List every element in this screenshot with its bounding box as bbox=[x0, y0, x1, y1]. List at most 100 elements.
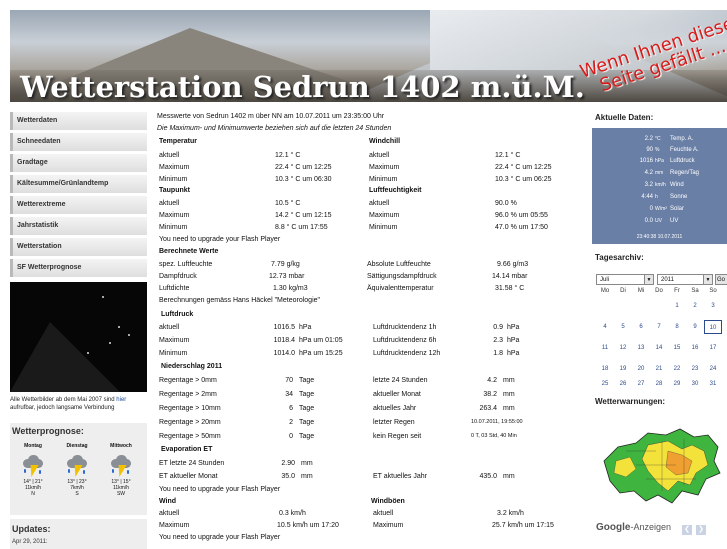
nav-item-jahrstatistik[interactable]: Jahrstatistik bbox=[10, 217, 147, 235]
chevron-left-icon[interactable]: ❮ bbox=[682, 525, 692, 535]
calendar-day[interactable]: 22 bbox=[668, 362, 686, 376]
calendar-day[interactable]: 29 bbox=[668, 377, 686, 391]
calendar-day[interactable]: 4 bbox=[596, 320, 614, 334]
month-select[interactable]: Juli bbox=[596, 274, 646, 285]
chevron-right-icon[interactable]: ❯ bbox=[696, 525, 706, 535]
google-ads-label[interactable]: Google-Anzeigen bbox=[596, 522, 671, 533]
calendar-day[interactable]: 31 bbox=[704, 377, 722, 391]
row-value: 35.0 bbox=[281, 473, 295, 480]
calendar-day[interactable]: 20 bbox=[632, 362, 650, 376]
data-row: spez. Luftfeuchte 7.79 g/kg Absolute Luf… bbox=[159, 259, 579, 270]
chevron-down-icon[interactable]: ▼ bbox=[703, 274, 713, 285]
current-value: 4:44 bbox=[641, 194, 653, 200]
calendar-day[interactable]: 21 bbox=[650, 362, 668, 376]
thunderstorm-icon bbox=[20, 451, 46, 479]
nav-item-sf-wetterprognose[interactable]: SF Wetterprognose bbox=[10, 259, 147, 277]
row-label: Maximum bbox=[373, 522, 404, 529]
calendar-day[interactable]: 23 bbox=[686, 362, 704, 376]
calendar-day[interactable]: 17 bbox=[704, 341, 722, 355]
archive-title: Tagesarchiv: bbox=[595, 253, 644, 262]
thunderstorm-icon bbox=[64, 451, 90, 479]
data-row: Maximum 10.5 km/h um 17:20 Maximum 25.7 … bbox=[159, 520, 579, 531]
calendar-day[interactable]: 8 bbox=[668, 320, 686, 334]
row-label: Dampfdruck bbox=[159, 273, 197, 280]
nav-item-wetterextreme[interactable]: Wetterextreme bbox=[10, 196, 147, 214]
forecast-panel: Wetterprognose: Montag 14° | 21° 11km/h … bbox=[10, 423, 147, 515]
row-label: Regentage > 2mm bbox=[159, 391, 217, 398]
nav-item-wetterstation[interactable]: Wetterstation bbox=[10, 238, 147, 256]
calendar-day[interactable]: 5 bbox=[614, 320, 632, 334]
row-label: Minimum bbox=[159, 176, 188, 183]
calendar-day[interactable]: 25 bbox=[596, 377, 614, 391]
row-value: 12.1 ° C bbox=[495, 152, 521, 159]
intro-note: Die Maximum- und Minimumwerte beziehen s… bbox=[157, 125, 392, 132]
calendar-day[interactable]: 24 bbox=[704, 362, 722, 376]
webcam-image[interactable] bbox=[10, 282, 147, 392]
row-label: ET aktueller Monat bbox=[159, 473, 218, 480]
calendar-day[interactable]: 7 bbox=[650, 320, 668, 334]
calendar-day[interactable]: 15 bbox=[668, 341, 686, 355]
current-unit: °C bbox=[655, 136, 661, 142]
chevron-down-icon[interactable]: ▼ bbox=[644, 274, 654, 285]
calendar-day[interactable]: 26 bbox=[614, 377, 632, 391]
calendar-weekday: Sa bbox=[691, 288, 699, 294]
calendar-day[interactable]: 18 bbox=[596, 362, 614, 376]
go-button[interactable]: Go bbox=[715, 274, 727, 285]
row-value: 435.0 bbox=[479, 473, 497, 480]
flash-upgrade-notice[interactable]: You need to upgrade your Flash Player bbox=[159, 532, 280, 543]
flash-upgrade-notice[interactable]: You need to upgrade your Flash Player bbox=[159, 484, 280, 495]
row-unit: Tage bbox=[299, 405, 315, 412]
current-unit: % bbox=[655, 147, 660, 153]
row-label: Sättigungsdampfdruck bbox=[367, 273, 437, 280]
calendar-day[interactable]: 11 bbox=[596, 341, 614, 355]
row-unit: mm bbox=[503, 473, 515, 480]
calendar-day[interactable]: 30 bbox=[686, 377, 704, 391]
calendar-day[interactable]: 27 bbox=[632, 377, 650, 391]
data-row: Regentage > 2mm 34 Tage aktueller Monat … bbox=[159, 389, 579, 400]
calc-note: Berechnungen gemäss Hans Häckel "Meteoro… bbox=[159, 297, 321, 304]
row-value: 12.73 mbar bbox=[269, 273, 305, 280]
nav-item-schneedaten[interactable]: Schneedaten bbox=[10, 133, 147, 151]
data-row: aktuell 12.1 ° C aktuell 12.1 ° C bbox=[159, 150, 579, 161]
calendar-day[interactable]: 19 bbox=[614, 362, 632, 376]
calendar-weekday: Mo bbox=[600, 288, 610, 294]
calendar-day[interactable]: 28 bbox=[650, 377, 668, 391]
flash-upgrade-notice[interactable]: You need to upgrade your Flash Player bbox=[159, 234, 280, 245]
intro-line: Messwerte von Sedrun 1402 m über NN am 1… bbox=[157, 113, 385, 120]
year-select[interactable]: 2011 bbox=[657, 274, 705, 285]
calendar-day[interactable]: 12 bbox=[614, 341, 632, 355]
calendar-day[interactable]: 16 bbox=[686, 341, 704, 355]
calendar-day[interactable]: 3 bbox=[704, 299, 722, 313]
row-label: Regentage > 10mm bbox=[159, 405, 221, 412]
nav-item-kaeltesumme[interactable]: Kältesumme/Grünlandtemp bbox=[10, 175, 147, 193]
row-value: 10.07.2011, 19:55:00 bbox=[471, 419, 523, 425]
row-label: aktuell bbox=[159, 200, 180, 207]
calendar-day[interactable]: 10 bbox=[704, 320, 722, 334]
calendar-day[interactable]: 14 bbox=[650, 341, 668, 355]
data-row: aktuell 1016.5 hPa Luftdrucktendenz 1h 0… bbox=[159, 322, 579, 333]
calendar-day[interactable]: 2 bbox=[686, 299, 704, 313]
row-value: 1014.0 bbox=[273, 350, 295, 357]
row-label: Maximum bbox=[369, 164, 400, 171]
calendar-day[interactable]: 1 bbox=[668, 299, 686, 313]
calendar-day[interactable]: 13 bbox=[632, 341, 650, 355]
row-value: 10.3 ° C um 06:25 bbox=[495, 176, 552, 183]
row-value: 22.4 ° C um 12:25 bbox=[275, 164, 332, 171]
nav-item-wetterdaten[interactable]: Wetterdaten bbox=[10, 112, 147, 130]
section-title: Evaporation ET bbox=[161, 446, 213, 453]
row-unit: Tage bbox=[299, 419, 315, 426]
forecast-dir: SW bbox=[116, 491, 126, 497]
webcam-light bbox=[128, 334, 130, 336]
webcam-archive-link[interactable]: hier bbox=[116, 397, 126, 403]
calendar-day[interactable]: 9 bbox=[686, 320, 704, 334]
row-value: 2 bbox=[289, 419, 293, 426]
row-label: Luftdichte bbox=[159, 285, 190, 292]
row-value: 90.0 % bbox=[495, 200, 517, 207]
row-label: Luftdrucktendenz 1h bbox=[373, 324, 437, 331]
nav-item-gradtage[interactable]: Gradtage bbox=[10, 154, 147, 172]
row-unit: Tage bbox=[299, 433, 315, 440]
warning-map[interactable] bbox=[596, 421, 725, 517]
row-label: Maximum bbox=[159, 164, 190, 171]
calendar-day[interactable]: 6 bbox=[632, 320, 650, 334]
webcam-mountain bbox=[10, 322, 120, 392]
